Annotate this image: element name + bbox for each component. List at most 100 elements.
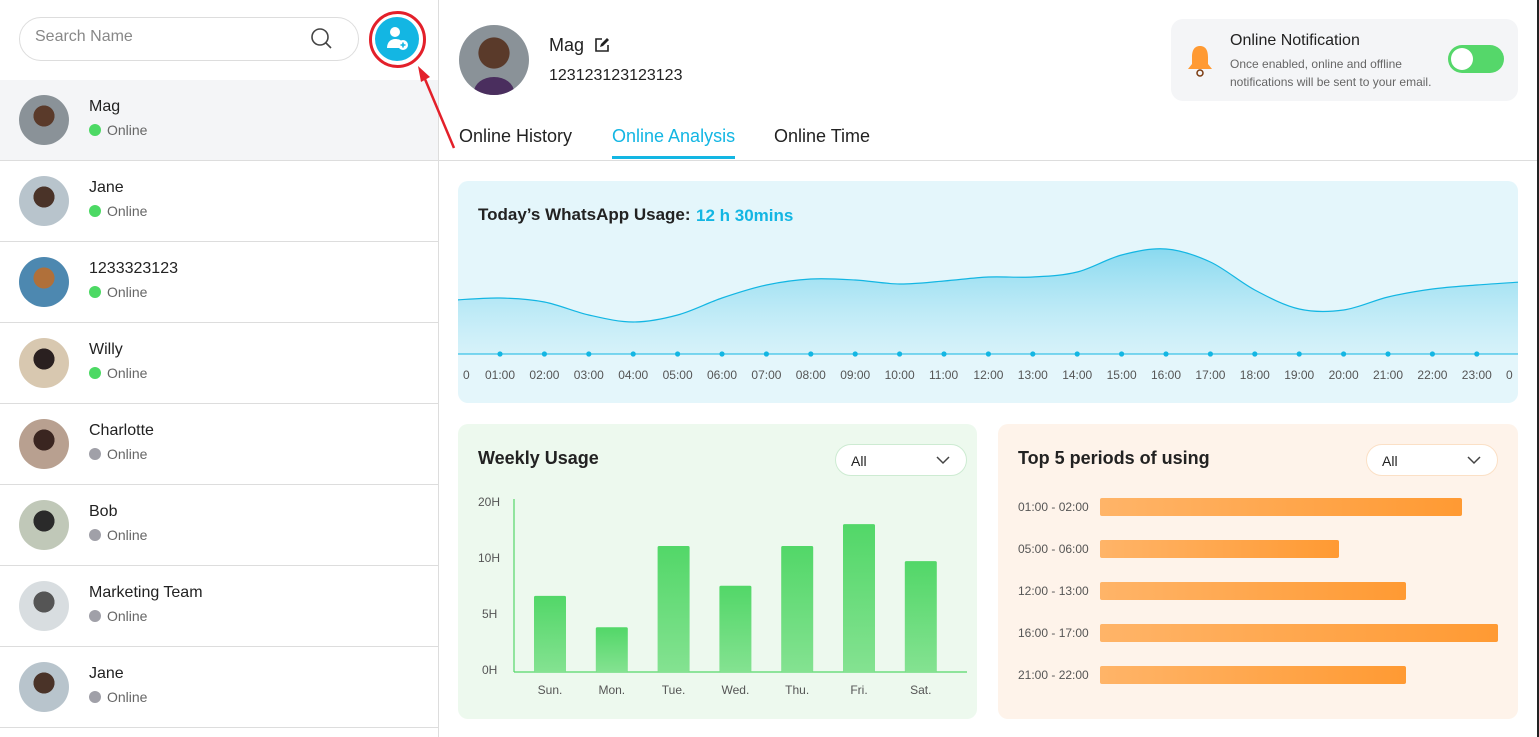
- search-box[interactable]: [19, 17, 359, 61]
- status-dot-icon: [89, 124, 101, 136]
- x-tick-label: 19:00: [1284, 368, 1315, 382]
- hour-marker: [1030, 351, 1036, 357]
- notification-toggle[interactable]: [1448, 45, 1504, 73]
- status-dot-icon: [89, 286, 101, 298]
- x-tick-label: Tue.: [661, 683, 686, 697]
- search-input[interactable]: [35, 28, 305, 46]
- annotation-arrow: [418, 66, 456, 149]
- top-periods-filter-select[interactable]: All: [1366, 444, 1498, 476]
- daily-usage-card: Today’s WhatsApp Usage: 12 h 30mins 0 01:…: [458, 181, 1518, 403]
- x-tick-label: 0: [463, 368, 470, 382]
- hour-marker: [541, 351, 547, 357]
- x-tick-label: 23:00: [1461, 368, 1492, 382]
- contact-row[interactable]: 1233323123 Online: [0, 242, 438, 323]
- contact-avatar: [19, 257, 69, 307]
- contact-row[interactable]: Jane Online: [0, 647, 438, 728]
- tab-online-time[interactable]: Online Time: [774, 126, 870, 147]
- contact-row[interactable]: Willy Online: [0, 323, 438, 404]
- contact-avatar: [19, 176, 69, 226]
- contact-name: Bob: [89, 503, 118, 520]
- status-dot-icon: [89, 610, 101, 622]
- edit-icon[interactable]: [594, 37, 610, 53]
- hour-marker: [630, 351, 636, 357]
- x-tick-label: 20:00: [1328, 368, 1359, 382]
- x-tick-label: Mon.: [598, 683, 626, 697]
- bell-icon: [1188, 46, 1212, 77]
- x-tick-label: Wed.: [721, 683, 750, 697]
- x-tick-label: 10:00: [884, 368, 915, 382]
- x-tick-label: 15:00: [1106, 368, 1137, 382]
- hour-marker: [1296, 351, 1302, 357]
- contact-sidebar: MagOnlineJaneOnline1233323123OnlineWilly…: [0, 0, 439, 737]
- usage-area: [458, 248, 1518, 354]
- contact-name: Jane: [89, 179, 124, 196]
- weekly-usage-chart: [513, 499, 967, 673]
- weekly-bar: [534, 595, 566, 672]
- profile-name: Mag: [549, 35, 585, 55]
- period-bar: [1100, 666, 1407, 684]
- contact-name: Willy: [89, 341, 123, 358]
- notification-desc-2: notifications will be sent to your email…: [1230, 75, 1432, 89]
- hour-marker: [1252, 351, 1258, 357]
- y-tick-label: 0H: [482, 663, 498, 677]
- hour-marker: [763, 351, 769, 357]
- y-tick-label: 20H: [478, 495, 501, 509]
- chevron-down-icon: [1467, 456, 1481, 465]
- contact-status: Online: [89, 122, 147, 138]
- contact-row[interactable]: Bob Online: [0, 485, 438, 566]
- x-tick-label: Sun.: [537, 683, 563, 697]
- contact-row[interactable]: Mag Online: [0, 80, 438, 161]
- notification-title: Online Notification: [1230, 32, 1360, 49]
- period-bar: [1100, 540, 1339, 558]
- y-tick-label: 10H: [478, 551, 501, 565]
- contact-status: Online: [89, 203, 147, 219]
- contact-status-text: Online: [107, 446, 148, 462]
- period-label: 05:00 - 06:00: [1018, 542, 1089, 556]
- hour-marker: [852, 351, 858, 357]
- weekly-bar: [719, 585, 752, 672]
- contact-avatar: [19, 338, 69, 388]
- x-tick-label: 02:00: [529, 368, 560, 382]
- x-tick-label: 17:00: [1195, 368, 1226, 382]
- contact-status-text: Online: [107, 284, 148, 300]
- period-label: 16:00 - 17:00: [1018, 626, 1089, 640]
- contact-row[interactable]: Charlotte Online: [0, 404, 438, 485]
- contact-name: Marketing Team: [89, 584, 203, 601]
- status-dot-icon: [89, 367, 101, 379]
- notification-card: Online Notification Once enabled, online…: [1171, 19, 1518, 101]
- x-tick-label: 21:00: [1373, 368, 1404, 382]
- tab-online-history[interactable]: Online History: [459, 126, 572, 147]
- add-user-icon: [387, 27, 408, 50]
- hour-marker: [1163, 351, 1169, 357]
- contact-status-text: Online: [107, 689, 148, 705]
- search-icon[interactable]: [310, 27, 334, 51]
- profile-avatar: [459, 25, 529, 95]
- hour-marker: [808, 351, 814, 357]
- contact-avatar: [19, 500, 69, 550]
- contact-status: Online: [89, 284, 147, 300]
- hour-marker: [1207, 351, 1213, 357]
- x-tick-label: Sat.: [910, 683, 932, 697]
- tab-online-analysis[interactable]: Online Analysis: [612, 126, 735, 147]
- contact-row[interactable]: Marketing Team Online: [0, 566, 438, 647]
- contact-status-text: Online: [107, 122, 148, 138]
- hour-marker: [1385, 351, 1391, 357]
- active-tab-indicator: [612, 156, 735, 159]
- contact-name: Charlotte: [89, 422, 154, 439]
- contact-avatar: [19, 581, 69, 631]
- hour-marker: [941, 351, 947, 357]
- period-label: 21:00 - 22:00: [1018, 668, 1089, 682]
- weekly-bar: [657, 546, 690, 672]
- x-tick-label: Thu.: [785, 683, 810, 697]
- contact-status-text: Online: [107, 608, 148, 624]
- contact-row[interactable]: Jane Online: [0, 161, 438, 242]
- add-contact-button[interactable]: [375, 17, 419, 61]
- x-tick-label: 07:00: [751, 368, 782, 382]
- top-periods-title: Top 5 periods of using: [1018, 448, 1210, 468]
- hour-marker: [586, 351, 592, 357]
- hour-marker: [1074, 351, 1080, 357]
- weekly-bar: [595, 627, 628, 672]
- contact-status: Online: [89, 527, 147, 543]
- period-bar: [1100, 498, 1463, 516]
- top-periods-card: Top 5 periods of using All 01:00 - 02:00…: [998, 424, 1518, 719]
